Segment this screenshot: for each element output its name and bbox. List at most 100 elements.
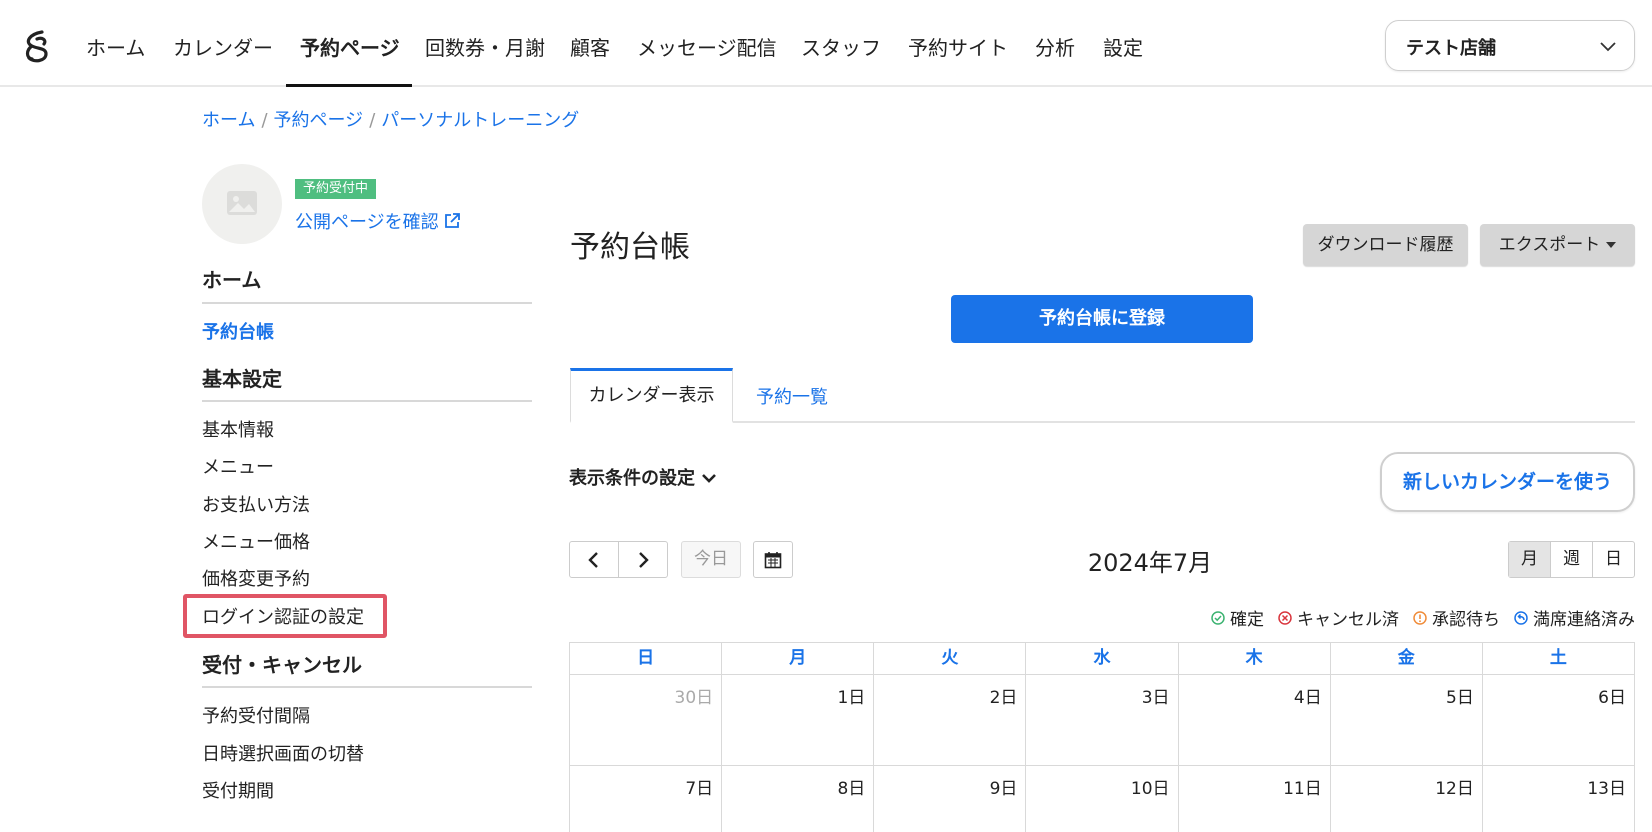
- next-month-button[interactable]: [618, 542, 667, 577]
- legend-pending-approval: 承認待ち: [1413, 605, 1500, 630]
- nav-analytics[interactable]: 分析: [1035, 32, 1075, 61]
- calendar-icon: [764, 551, 782, 568]
- calendar-month-title: 2024年7月: [1087, 549, 1213, 577]
- nav-booking-site[interactable]: 予約サイト: [908, 32, 1008, 61]
- sidebar-item-booking-ledger[interactable]: 予約台帳: [202, 318, 274, 344]
- calendar-day-cell[interactable]: 11日: [1177, 766, 1330, 832]
- breadcrumb-home[interactable]: ホーム: [202, 110, 255, 131]
- view-day-button[interactable]: 日: [1592, 542, 1634, 577]
- exclamation-circle-icon: [1413, 610, 1427, 625]
- image-placeholder-icon: [227, 191, 257, 215]
- weekday-sun: 日: [637, 648, 655, 668]
- calendar-day-cell[interactable]: 12日: [1329, 766, 1482, 832]
- chevron-down-icon: [1600, 42, 1616, 52]
- nav-customers[interactable]: 顧客: [570, 32, 610, 61]
- view-week-button[interactable]: 週: [1550, 542, 1592, 577]
- breadcrumb-personal-training[interactable]: パーソナルトレーニング: [381, 110, 579, 131]
- store-select-value: テスト店舗: [1406, 38, 1496, 59]
- download-history-button[interactable]: ダウンロード履歴: [1303, 224, 1468, 266]
- export-label: エクスポート: [1498, 235, 1601, 255]
- nav-settings[interactable]: 設定: [1103, 32, 1143, 61]
- brand-logo-icon[interactable]: [20, 28, 54, 66]
- chevron-down-icon: [702, 474, 716, 483]
- calendar-week-row: 30日 1日 2日 3日 4日 5日 6日: [569, 674, 1635, 765]
- divider: [202, 302, 532, 304]
- view-month-button[interactable]: 月: [1509, 542, 1550, 577]
- calendar-day-cell[interactable]: 13日: [1481, 766, 1634, 832]
- chevron-left-icon: [588, 551, 598, 568]
- prev-month-button[interactable]: [570, 542, 618, 577]
- date-picker-button[interactable]: [753, 541, 793, 578]
- breadcrumb-separator: /: [261, 110, 268, 131]
- legend-cancelled: キャンセル済: [1278, 605, 1399, 630]
- page-thumbnail: [202, 164, 282, 244]
- calendar-prev-next-group: [569, 541, 668, 578]
- display-conditions-label: 表示条件の設定: [569, 468, 695, 489]
- calendar-day-cell[interactable]: 9日: [873, 766, 1025, 832]
- external-link-icon: [444, 213, 460, 228]
- chevron-right-icon: [639, 551, 649, 568]
- tab-booking-list[interactable]: 予約一覧: [756, 383, 828, 409]
- display-conditions-toggle[interactable]: 表示条件の設定: [569, 464, 717, 490]
- sidebar-item-payment-methods[interactable]: お支払い方法: [202, 491, 310, 517]
- nav-active-indicator: [286, 84, 412, 87]
- sidebar-item-basic-info[interactable]: 基本情報: [202, 416, 274, 442]
- calendar-day-cell[interactable]: 5日: [1329, 675, 1482, 765]
- store-select[interactable]: テスト店舗: [1385, 20, 1635, 71]
- register-booking-button[interactable]: 予約台帳に登録: [951, 295, 1253, 343]
- calendar-day-cell[interactable]: 1日: [721, 675, 873, 765]
- calendar-day-cell[interactable]: 10日: [1025, 766, 1177, 832]
- x-circle-icon: [1278, 610, 1292, 625]
- status-legend: 確定 キャンセル済 承認待ち 満席連絡済み: [1211, 605, 1635, 630]
- calendar-day-cell[interactable]: 3日: [1025, 675, 1177, 765]
- nav-calendar[interactable]: カレンダー: [173, 32, 273, 61]
- reply-circle-icon: [1514, 610, 1528, 625]
- check-circle-icon: [1211, 610, 1225, 625]
- view-switcher: 月 週 日: [1508, 541, 1635, 578]
- breadcrumb-booking-page[interactable]: 予約ページ: [274, 110, 364, 131]
- divider: [202, 686, 532, 688]
- calendar-day-cell[interactable]: 7日: [570, 766, 721, 832]
- sidebar-item-reception-period[interactable]: 受付期間: [202, 777, 274, 803]
- weekday-mon: 月: [721, 643, 873, 674]
- sidebar-item-menu-price[interactable]: メニュー価格: [202, 528, 310, 554]
- public-page-link[interactable]: 公開ページを確認: [295, 208, 461, 234]
- nav-tickets-monthly[interactable]: 回数券・月謝: [425, 32, 545, 61]
- legend-label: 承認待ち: [1432, 610, 1500, 630]
- top-navbar: ホーム カレンダー 予約ページ 回数券・月謝 顧客 メッセージ配信 スタッフ 予…: [0, 0, 1652, 87]
- weekday-tue: 火: [873, 643, 1025, 674]
- sidebar-heading-basic-settings: 基本設定: [202, 367, 282, 391]
- breadcrumb-separator: /: [369, 110, 376, 131]
- calendar-day-cell[interactable]: 4日: [1177, 675, 1330, 765]
- legend-confirmed: 確定: [1211, 605, 1264, 630]
- sidebar-item-reception-interval[interactable]: 予約受付間隔: [202, 702, 310, 728]
- tab-calendar-view[interactable]: カレンダー表示: [570, 368, 733, 423]
- calendar-day-cell[interactable]: 8日: [721, 766, 873, 832]
- nav-message-delivery[interactable]: メッセージ配信: [637, 32, 777, 61]
- sidebar-item-datetime-screen-switch[interactable]: 日時選択画面の切替: [202, 740, 364, 766]
- nav-staff[interactable]: スタッフ: [801, 32, 881, 61]
- sidebar-heading-home: ホーム: [202, 268, 262, 292]
- calendar-day-cell[interactable]: 6日: [1481, 675, 1634, 765]
- calendar-day-cell[interactable]: 2日: [873, 675, 1025, 765]
- use-new-calendar-button[interactable]: 新しいカレンダーを使う: [1380, 452, 1635, 512]
- sidebar-item-menu[interactable]: メニュー: [202, 453, 274, 479]
- nav-home[interactable]: ホーム: [86, 32, 145, 61]
- calendar-day-cell[interactable]: 30日: [570, 675, 721, 765]
- weekday-sat: 土: [1481, 643, 1634, 674]
- sidebar-item-price-change-schedule[interactable]: 価格変更予約: [202, 565, 310, 591]
- legend-label: 満席連絡済み: [1533, 610, 1635, 630]
- legend-label: 確定: [1230, 610, 1264, 630]
- caret-down-icon: [1606, 242, 1617, 248]
- breadcrumb: ホーム / 予約ページ / パーソナルトレーニング: [202, 106, 579, 132]
- calendar-week-row: 7日 8日 9日 10日 11日 12日 13日: [569, 765, 1635, 832]
- status-badge: 予約受付中: [295, 179, 377, 199]
- nav-booking-page[interactable]: 予約ページ: [300, 32, 400, 61]
- weekday-fri: 金: [1329, 643, 1482, 674]
- highlight-box: [183, 594, 387, 638]
- legend-label: キャンセル済: [1297, 610, 1399, 630]
- today-button[interactable]: 今日: [681, 541, 741, 578]
- public-page-link-label: 公開ページを確認: [295, 212, 439, 233]
- export-dropdown-button[interactable]: エクスポート: [1480, 224, 1635, 266]
- month-calendar: 日 月 火 水 木 金 土 30日 1日 2日 3日 4日 5日 6日 7日 8…: [569, 642, 1635, 832]
